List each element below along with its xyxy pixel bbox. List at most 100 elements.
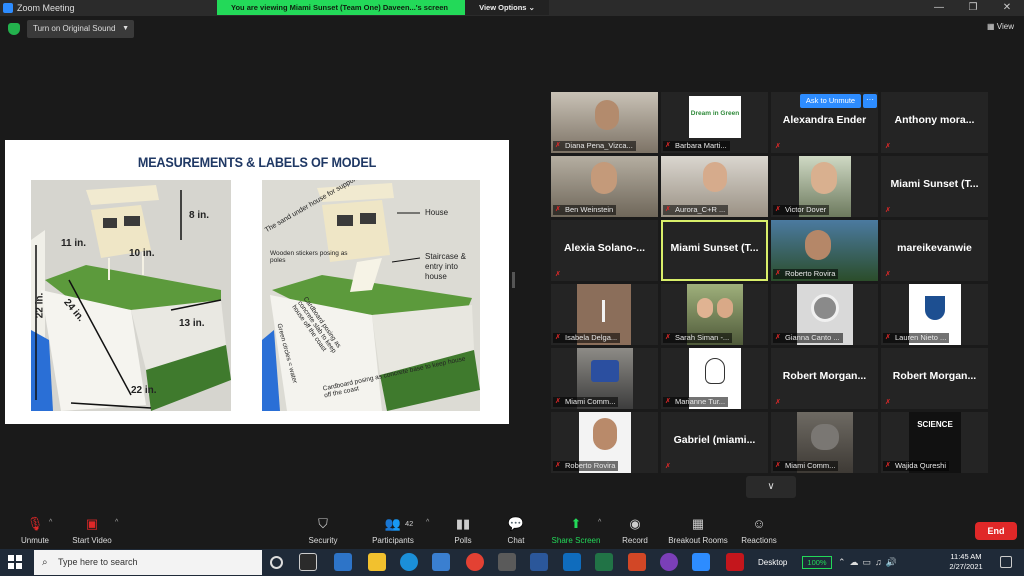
muted-mic-icon: ✗ [775, 206, 781, 213]
active-speaker-tile[interactable]: Miami Sunset (T... [661, 220, 768, 281]
app-icon[interactable] [660, 553, 678, 571]
participant-tile[interactable]: Robert Morgan... ✗ [771, 348, 878, 409]
participant-tile[interactable]: Dream in Green ✗ Barbara Marti... [661, 92, 768, 153]
security-button[interactable]: ⛉ Security [288, 516, 358, 545]
muted-mic-icon: ✗ [775, 462, 781, 469]
participant-tile[interactable]: ✗ Gianna Canto ... [771, 284, 878, 345]
muted-mic-icon: ✗ [665, 398, 671, 405]
participant-tile[interactable]: ✗ Ben Weinstein [551, 156, 658, 217]
muted-mic-icon: ✗ [885, 207, 891, 214]
participant-tile[interactable]: Miami Sunset (T... ✗ [881, 156, 988, 217]
participant-tile[interactable]: ✗ Marianne Tur... [661, 348, 768, 409]
app-icon[interactable] [334, 553, 352, 571]
powerpoint-icon[interactable] [628, 553, 646, 571]
participant-tile[interactable]: ✗ Roberto Rovira [771, 220, 878, 281]
participant-tile[interactable]: ✗ Isabela Delga... [551, 284, 658, 345]
start-video-label: Start Video [72, 536, 112, 545]
close-icon[interactable]: ✕ [990, 0, 1024, 16]
zoom-taskbar-icon[interactable] [692, 553, 710, 571]
outlook-icon[interactable] [563, 553, 581, 571]
original-sound-button[interactable]: Turn on Original Sound ▼ [27, 20, 134, 38]
participant-name-large: Alexia Solano-... [563, 242, 646, 254]
view-button[interactable]: ▦ View [987, 21, 1014, 33]
participant-tile[interactable]: ✗ Lauren Nieto ... [881, 284, 988, 345]
notification-center-icon[interactable] [1000, 556, 1012, 568]
logo-text: Dream in Green [690, 110, 740, 117]
chevron-down-icon[interactable]: ▼ [122, 20, 129, 38]
participant-face [595, 100, 619, 130]
muted-mic-icon: ✗ [665, 142, 671, 149]
participant-name: ✗ Barbara Marti... [663, 141, 730, 151]
shared-screen: MEASUREMENTS & LABELS OF MODEL 8 in. 11 … [5, 140, 509, 424]
chevron-up-icon[interactable]: ^ [115, 519, 118, 526]
participant-name-text: Miami Comm... [565, 397, 616, 406]
ask-to-unmute-button[interactable]: Ask to Unmute [800, 94, 861, 108]
participant-tile[interactable]: mareikevanwie ✗ [881, 220, 988, 281]
breakout-rooms-button[interactable]: ▦ Breakout Rooms [663, 516, 733, 545]
cat-image [811, 424, 839, 450]
photos-icon[interactable] [432, 553, 450, 571]
encryption-shield-icon [8, 23, 20, 35]
desktop-toolbar-label[interactable]: Desktop [758, 549, 787, 576]
participant-tile[interactable]: Gabriel (miami... ✗ [661, 412, 768, 473]
muted-mic-icon: ✗ [555, 462, 561, 469]
participant-tile[interactable]: ✗ Miami Comm... [771, 412, 878, 473]
record-icon: ◉ [629, 516, 641, 531]
battery-indicator[interactable]: 100% [802, 556, 832, 569]
cortana-icon[interactable] [270, 556, 283, 569]
reactions-button[interactable]: ☺ Reactions [724, 516, 794, 545]
participant-tile[interactable]: ✗ Miami Comm... [551, 348, 658, 409]
chrome-icon[interactable] [466, 553, 484, 571]
window-controls: — ❐ ✕ [922, 0, 1024, 16]
edge-icon[interactable] [400, 553, 418, 571]
chevron-up-icon[interactable]: ^ [49, 519, 52, 526]
original-sound-label: Turn on Original Sound [33, 24, 116, 33]
participant-name: ✗ Isabela Delga... [553, 333, 621, 343]
participants-count: 42 [405, 519, 414, 528]
participant-name-large: Robert Morgan... [892, 370, 977, 382]
participant-name-large: Robert Morgan... [782, 370, 867, 382]
clock-time: 11:45 AM [950, 552, 982, 561]
participant-tile[interactable]: ✗ Victor Dover [771, 156, 878, 217]
excel-icon[interactable] [595, 553, 613, 571]
word-icon[interactable] [530, 553, 548, 571]
maximize-icon[interactable]: ❐ [956, 0, 990, 16]
file-explorer-icon[interactable] [368, 553, 386, 571]
record-button[interactable]: ◉ Record [600, 516, 670, 545]
participant-name: ✗ Diana Pena_Vizca... [553, 141, 636, 151]
participant-tile[interactable]: Anthony mora... ✗ [881, 92, 988, 153]
science-text: SCIENCE [917, 420, 953, 429]
taskbar-search-input[interactable]: ⌕ Type here to search [34, 550, 262, 575]
split-view-handle[interactable] [512, 272, 515, 288]
windows-start-icon[interactable] [8, 555, 22, 569]
gallery-next-page-button[interactable]: ∨ [746, 476, 796, 498]
participants-button[interactable]: 👥 Participants [358, 516, 428, 545]
more-options-button[interactable]: ··· [863, 94, 877, 108]
store-icon[interactable] [498, 553, 516, 571]
muted-mic-icon: ✗ [665, 206, 671, 213]
participant-name: ✗ Miami Comm... [553, 397, 619, 407]
heart-sketch-icon [705, 358, 725, 384]
minimize-icon[interactable]: — [922, 0, 956, 16]
acrobat-icon[interactable] [726, 553, 744, 571]
participant-tile[interactable]: ✗ Aurora_C+R ... [661, 156, 768, 217]
participant-tile[interactable]: ✗ Sarah Siman -... [661, 284, 768, 345]
task-view-icon[interactable] [299, 553, 317, 571]
end-meeting-button[interactable]: End [975, 522, 1017, 540]
view-options-button[interactable]: View Options ⌄ [465, 0, 549, 15]
zoom-window: Zoom Meeting — ❐ ✕ You are viewing Miami… [0, 0, 1024, 576]
muted-mic-icon: ✗ [775, 334, 781, 341]
participant-name-text: Ben Weinstein [565, 205, 614, 214]
participant-tile[interactable]: SCIENCE ✗ Wajida Qureshi [881, 412, 988, 473]
participant-tile[interactable]: Alexia Solano-... ✗ [551, 220, 658, 281]
participant-tile[interactable]: Robert Morgan... ✗ [881, 348, 988, 409]
muted-mic-icon: ✗ [555, 206, 561, 213]
taskbar-clock[interactable]: 11:45 AM 2/27/2021 [944, 552, 988, 572]
windows-taskbar: ⌕ Type here to search Desktop 100% ⌃☁▭♫🔊… [0, 549, 1024, 576]
system-tray-icons[interactable]: ⌃☁▭♫🔊 [838, 549, 901, 576]
participant-tile[interactable]: ✗ Diana Pena_Vizca... [551, 92, 658, 153]
muted-mic-icon: ✗ [665, 334, 671, 341]
participant-name-text: Wajida Qureshi [895, 461, 946, 470]
participant-tile[interactable]: ✗ Roberto Rovira [551, 412, 658, 473]
muted-mic-icon: ✗ [775, 143, 781, 150]
